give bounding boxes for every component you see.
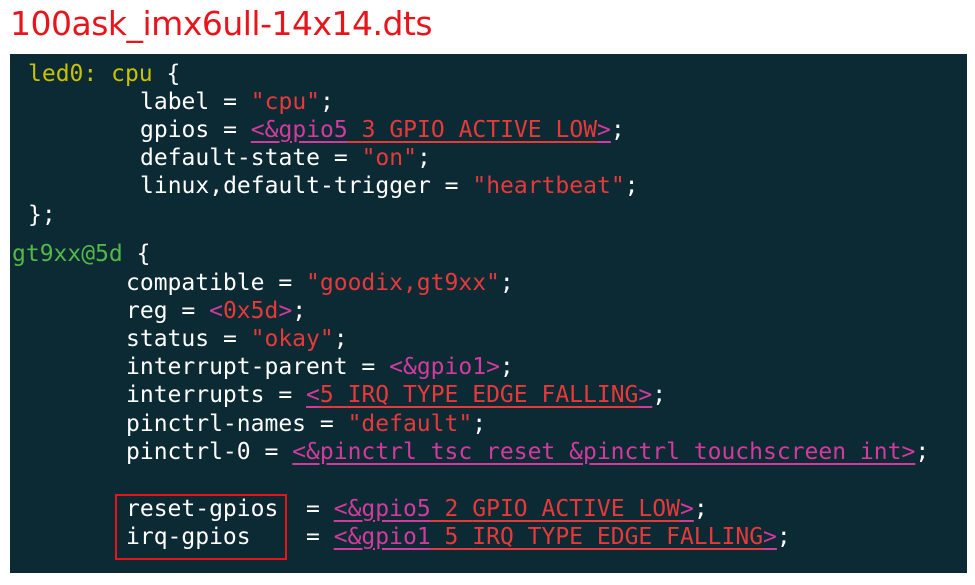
property-name: gpios bbox=[140, 117, 210, 143]
property-name: pinctrl-0 bbox=[126, 439, 251, 465]
property-name: interrupt-parent bbox=[126, 354, 348, 380]
code-line-reg: reg = <0x5d>; bbox=[126, 298, 307, 324]
highlight-box bbox=[115, 494, 287, 560]
property-name: default-state bbox=[140, 145, 321, 171]
macro-value: IRQ_TYPE_EDGE_FALLING bbox=[347, 382, 639, 408]
macro-value: GPIO_ACTIVE_LOW bbox=[389, 117, 598, 143]
string-value: "goodix,gt9xx" bbox=[306, 270, 500, 296]
code-line-interrupt-parent: interrupt-parent = <&gpio1>; bbox=[126, 354, 514, 380]
phandle-reference: &gpio1 bbox=[402, 354, 487, 380]
numeric-value: 5 bbox=[319, 382, 334, 408]
property-name: linux,default-trigger bbox=[140, 173, 431, 199]
open-brace: { bbox=[166, 61, 181, 87]
code-line-gt9xx-node: gt9xx@5d { bbox=[12, 240, 151, 268]
close-brace: }; bbox=[28, 202, 56, 228]
phandle-reference: &pinctrl_tsc_reset bbox=[306, 439, 556, 465]
numeric-value: 0x5d bbox=[222, 298, 279, 324]
node-label: led0: bbox=[28, 61, 98, 87]
code-line-interrupts: interrupts = <5 IRQ_TYPE_EDGE_FALLING>; bbox=[126, 382, 667, 408]
property-name: interrupts bbox=[126, 382, 265, 408]
numeric-value: 2 bbox=[444, 496, 459, 522]
code-line-default-trigger: linux,default-trigger = "heartbeat"; bbox=[140, 173, 639, 199]
code-line-status: status = "okay"; bbox=[126, 326, 348, 352]
code-line-led0-node: led0: cpu { bbox=[28, 60, 180, 88]
page-title: 100ask_imx6ull-14x14.dts bbox=[10, 4, 433, 43]
code-line-pinctrl-0: pinctrl-0 = <&pinctrl_tsc_reset &pinctrl… bbox=[126, 439, 930, 465]
numeric-value: 5 bbox=[444, 524, 459, 550]
code-line-label: label = "cpu"; bbox=[140, 89, 334, 115]
code-line-gpios: gpios = <&gpio5 3 GPIO_ACTIVE_LOW>; bbox=[140, 117, 625, 143]
phandle-reference: &gpio1 bbox=[347, 524, 431, 550]
node-name: cpu bbox=[111, 61, 153, 87]
numeric-value: 3 bbox=[361, 117, 376, 143]
string-value: "default" bbox=[347, 411, 473, 437]
string-value: "heartbeat" bbox=[472, 173, 625, 199]
property-name: reg bbox=[126, 298, 168, 324]
string-value: "on" bbox=[361, 145, 417, 171]
phandle-reference: &gpio5 bbox=[347, 496, 431, 522]
phandle-reference: &gpio5 bbox=[264, 117, 348, 143]
code-line-close-brace: }; bbox=[28, 201, 56, 229]
node-name: gt9xx@5d bbox=[12, 241, 123, 267]
code-line-compatible: compatible = "goodix,gt9xx"; bbox=[126, 270, 514, 296]
property-name: compatible bbox=[126, 270, 265, 296]
macro-value: GPIO_ACTIVE_LOW bbox=[472, 496, 680, 522]
property-name: label bbox=[140, 89, 210, 115]
property-name: pinctrl-names bbox=[126, 411, 307, 437]
open-brace: { bbox=[136, 241, 151, 267]
code-editor[interactable]: led0: cpu { label = "cpu"; gpios = <&gpi… bbox=[10, 54, 967, 573]
code-line-pinctrl-names: pinctrl-names = "default"; bbox=[126, 411, 487, 437]
string-value: "cpu" bbox=[250, 89, 321, 115]
string-value: "okay" bbox=[250, 326, 334, 352]
property-name: status bbox=[126, 326, 210, 352]
phandle-reference: &pinctrl_touchscreen_int bbox=[569, 439, 902, 465]
code-line-default-state: default-state = "on"; bbox=[140, 145, 431, 171]
macro-value: IRQ_TYPE_EDGE_FALLING bbox=[472, 524, 764, 550]
